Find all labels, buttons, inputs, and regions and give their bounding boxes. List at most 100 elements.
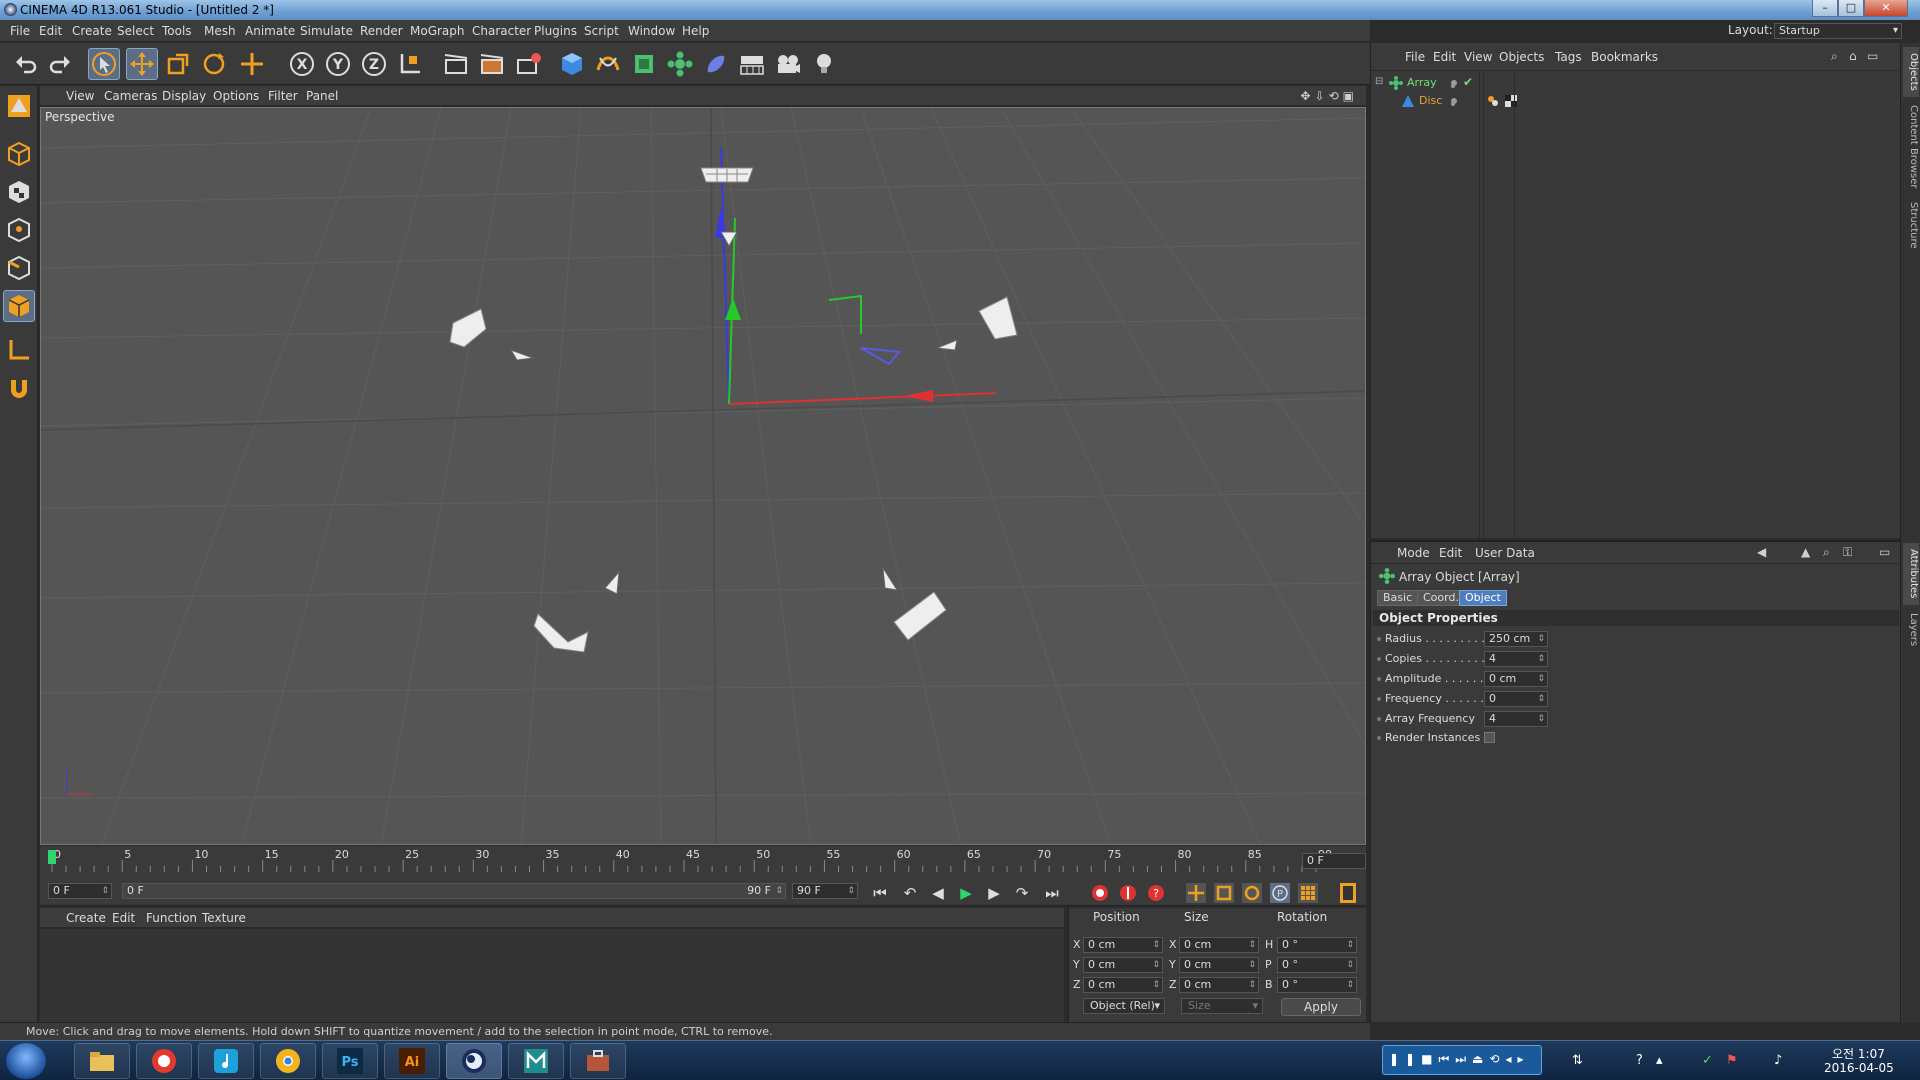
animation-bullet[interactable]: [1377, 637, 1381, 641]
render-dot[interactable]: [1451, 84, 1455, 88]
size-mode-select[interactable]: Size: [1181, 998, 1263, 1014]
make-editable-icon[interactable]: [3, 90, 35, 122]
move-icon[interactable]: [126, 48, 158, 80]
perspective-viewport[interactable]: Perspective: [40, 107, 1366, 845]
animation-bullet[interactable]: [1377, 736, 1381, 740]
frequency-field[interactable]: 0: [1484, 691, 1548, 707]
coordinate-system-icon[interactable]: [394, 48, 426, 80]
key-rotation-icon[interactable]: [1240, 882, 1264, 904]
radius-field[interactable]: 250 cm: [1484, 631, 1548, 647]
amplitude-field[interactable]: 0 cm: [1484, 671, 1548, 687]
preview-range-slider[interactable]: 0 F 90 F: [122, 883, 786, 899]
material-menu-texture[interactable]: Texture: [202, 911, 246, 925]
record-active-objects-icon[interactable]: [1088, 882, 1112, 904]
side-tab-objects[interactable]: Objects: [1903, 47, 1919, 97]
undo-icon[interactable]: [10, 48, 42, 80]
menu-character[interactable]: Character: [472, 24, 531, 38]
render-instances-checkbox[interactable]: [1484, 732, 1495, 743]
photoshop-icon[interactable]: Ps: [322, 1043, 378, 1079]
texture-mode-icon[interactable]: [3, 176, 35, 208]
material-menu-create[interactable]: Create: [66, 911, 106, 925]
object-name-disc[interactable]: Disc: [1419, 94, 1442, 107]
tray-help-icon[interactable]: ?: [1636, 1053, 1643, 1068]
previous-frame-button[interactable]: ◀: [926, 882, 950, 904]
object-row-array[interactable]: ⊟ Array ✔: [1371, 74, 1901, 92]
key-position-icon[interactable]: [1184, 882, 1208, 904]
rotation-p-field[interactable]: 0 °: [1277, 957, 1357, 973]
menu-plugins[interactable]: Plugins: [534, 24, 577, 38]
array-frequency-field[interactable]: 4: [1484, 711, 1548, 727]
coordinate-mode-select[interactable]: Object (Rel): [1083, 998, 1165, 1014]
select-icon[interactable]: [88, 48, 120, 80]
apply-button[interactable]: Apply: [1281, 998, 1361, 1016]
layout-select[interactable]: Startup: [1774, 23, 1902, 39]
spline-icon[interactable]: [592, 48, 624, 80]
side-tab-layers[interactable]: Layers: [1903, 609, 1919, 651]
model-mode-icon[interactable]: [3, 138, 35, 170]
side-tab-structure[interactable]: Structure: [1903, 197, 1919, 253]
tray-network-icon[interactable]: ⇅: [1572, 1053, 1583, 1068]
menu-window[interactable]: Window: [628, 24, 675, 38]
collapse-icon[interactable]: ⊟: [1375, 76, 1383, 87]
previous-key-button[interactable]: ↶: [898, 882, 922, 904]
maya-icon[interactable]: [508, 1043, 564, 1079]
menu-animate[interactable]: Animate: [245, 24, 295, 38]
position-x-field[interactable]: 0 cm: [1083, 937, 1163, 953]
viewport-menu-view[interactable]: View: [66, 89, 94, 103]
nurbs-icon[interactable]: [628, 48, 660, 80]
play-button[interactable]: ▶: [954, 882, 978, 904]
next-key-button[interactable]: ↷: [1010, 882, 1034, 904]
phong-tag-icon[interactable]: [1487, 95, 1499, 107]
viewport-menu-panel[interactable]: Panel: [306, 89, 338, 103]
menu-help[interactable]: Help: [682, 24, 709, 38]
tab-basic[interactable]: Basic: [1377, 590, 1419, 606]
om-menu-tags[interactable]: Tags: [1555, 50, 1582, 64]
tray-chevron-icon[interactable]: ▴: [1656, 1053, 1663, 1068]
media-control-icons[interactable]: ❚❚■⏮⏭⏏⟲◂▸: [1389, 1052, 1530, 1067]
render-picture-viewer-icon[interactable]: [476, 48, 508, 80]
menu-tools[interactable]: Tools: [162, 24, 192, 38]
viewport-menu-display[interactable]: Display: [162, 89, 206, 103]
tray-volume-icon[interactable]: ♪: [1774, 1053, 1782, 1068]
cube-icon[interactable]: [556, 48, 588, 80]
autokeying-icon[interactable]: [1116, 882, 1140, 904]
key-pla-icon[interactable]: [1296, 882, 1320, 904]
enabled-check-icon[interactable]: ✔: [1463, 75, 1473, 89]
keyframe-selection-icon[interactable]: ?: [1144, 882, 1168, 904]
key-scale-icon[interactable]: [1212, 882, 1236, 904]
y-axis-icon[interactable]: Y: [322, 48, 354, 80]
playhead[interactable]: [48, 850, 56, 864]
goto-end-button[interactable]: ⏭: [1040, 882, 1064, 904]
material-manager-area[interactable]: [40, 929, 1064, 1022]
scene-floor-icon[interactable]: [736, 48, 768, 80]
material-menu-edit[interactable]: Edit: [112, 911, 135, 925]
om-menu-bookmarks[interactable]: Bookmarks: [1591, 50, 1658, 64]
om-home-icon[interactable]: ⌂: [1849, 49, 1857, 63]
om-menu-edit[interactable]: Edit: [1433, 50, 1456, 64]
menu-select[interactable]: Select: [117, 24, 154, 38]
om-menu-file[interactable]: File: [1405, 50, 1425, 64]
material-menu-function[interactable]: Function: [146, 911, 197, 925]
start-frame-field[interactable]: 0 F: [48, 883, 112, 899]
animation-bullet[interactable]: [1377, 677, 1381, 681]
rotation-h-field[interactable]: 0 °: [1277, 937, 1357, 953]
object-row-disc[interactable]: Disc: [1371, 92, 1901, 110]
points-mode-icon[interactable]: [3, 214, 35, 246]
menu-script[interactable]: Script: [584, 24, 619, 38]
tray-flag-icon[interactable]: ⚑: [1726, 1053, 1738, 1068]
key-parameter-icon[interactable]: P: [1268, 882, 1292, 904]
cinema4d-icon[interactable]: [446, 1043, 502, 1079]
am-menu-mode[interactable]: Mode: [1397, 546, 1430, 560]
viewport-menu-cameras[interactable]: Cameras: [104, 89, 157, 103]
clock-time[interactable]: 오전 1:07: [1832, 1045, 1885, 1062]
menu-mesh[interactable]: Mesh: [204, 24, 236, 38]
timeline-ruler[interactable]: 051015202530354045505560657075808590: [40, 846, 1366, 878]
am-up-icon[interactable]: ▲: [1801, 545, 1810, 559]
om-search-icon[interactable]: ⌕: [1831, 49, 1838, 64]
animation-bullet[interactable]: [1377, 717, 1381, 721]
timeline-layout-icon[interactable]: [1336, 882, 1360, 904]
array-icon[interactable]: [664, 48, 696, 80]
am-back-icon[interactable]: ◀: [1757, 545, 1766, 559]
menu-create[interactable]: Create: [72, 24, 112, 38]
recent-tool-icon[interactable]: [236, 48, 268, 80]
